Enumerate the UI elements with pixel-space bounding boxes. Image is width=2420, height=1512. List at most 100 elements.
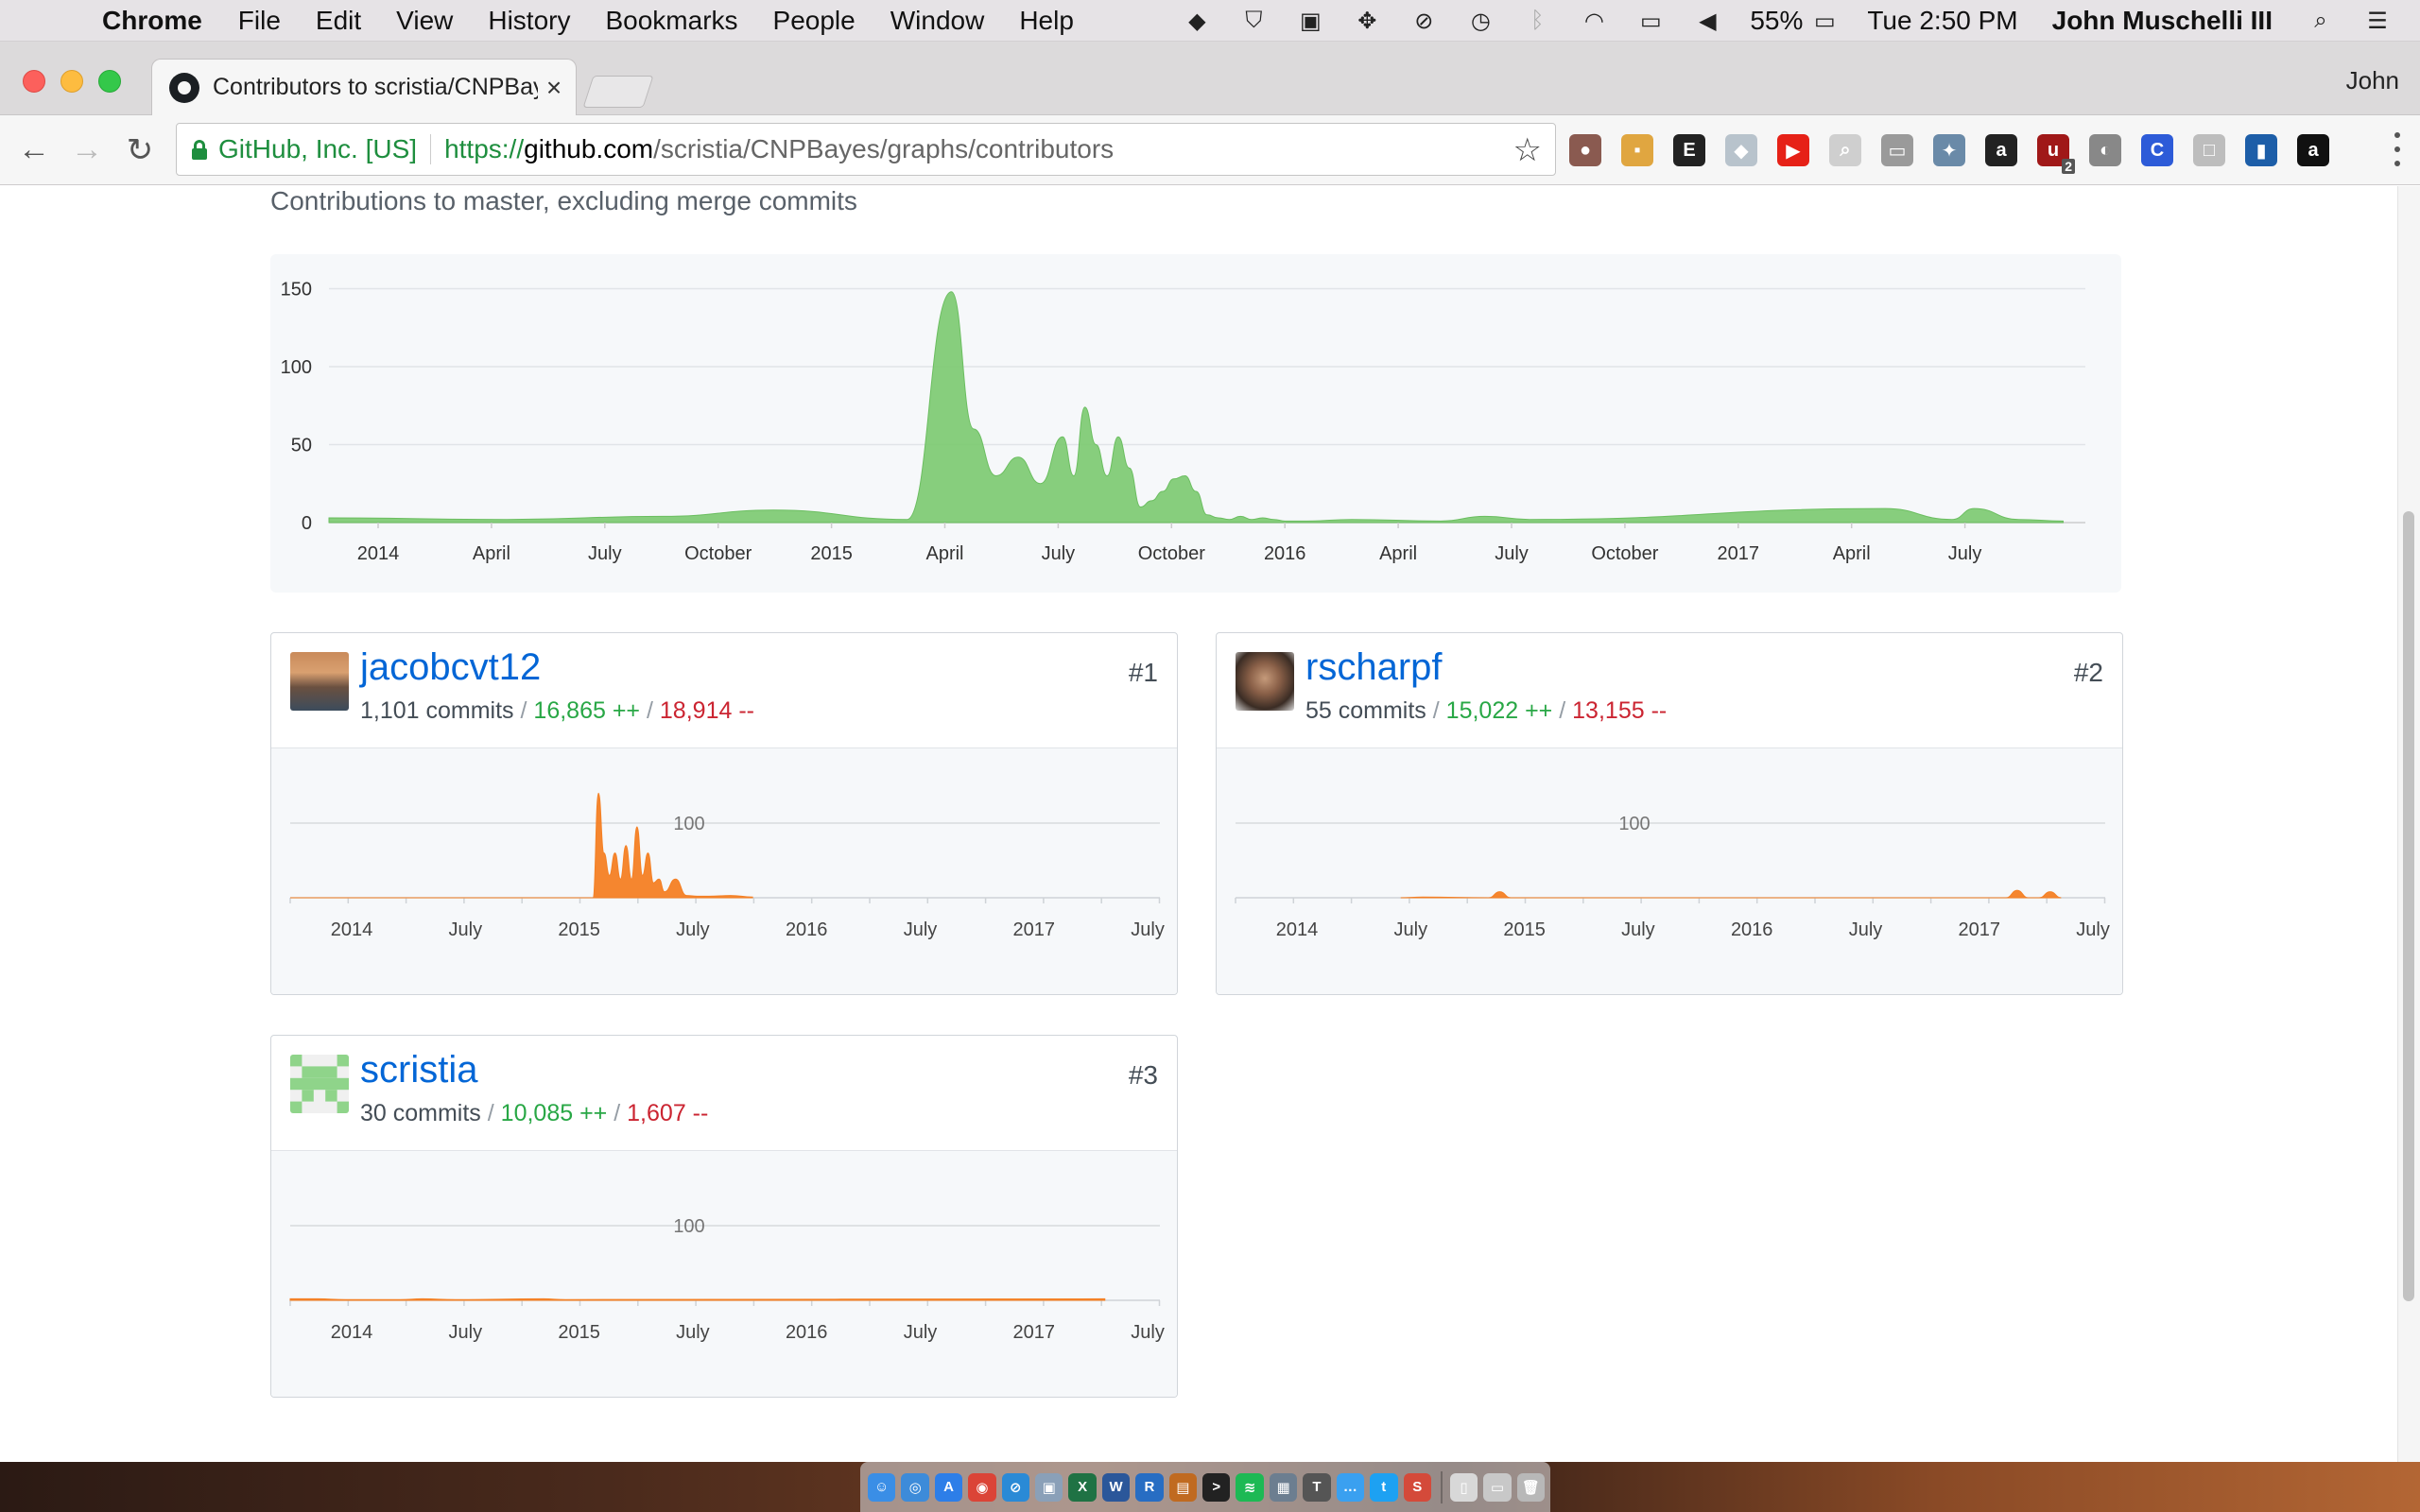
calendar-dock-icon[interactable]: ▦ xyxy=(1269,1472,1298,1502)
rstudio-dock-icon[interactable]: ▤ xyxy=(1168,1472,1198,1502)
stats-separator: / xyxy=(647,697,653,724)
evernote-icon[interactable]: ▣ xyxy=(1296,7,1324,35)
search-extension-icon[interactable]: ⌕ xyxy=(1829,134,1861,166)
commit-count-link[interactable]: 30 commits xyxy=(360,1100,481,1126)
amazon-extension-icon[interactable]: a xyxy=(1985,134,2017,166)
contributions-overview-chart[interactable]: 0 50 100 150 2014 April July October 2015 April Ju… xyxy=(270,254,2121,593)
trash-dock-icon[interactable]: 🗑 xyxy=(1516,1472,1546,1502)
avatar[interactable] xyxy=(290,652,349,711)
avatar[interactable] xyxy=(290,1055,349,1113)
toggle-extension-icon[interactable]: ◐ xyxy=(2089,134,2121,166)
documents-dock-icon[interactable]: ▯ xyxy=(1449,1472,1478,1502)
back-arrow-icon[interactable]: ← xyxy=(15,131,53,169)
satellite-extension-icon[interactable]: ✦ xyxy=(1933,134,1965,166)
shield-icon[interactable]: ⛉ xyxy=(1239,7,1268,35)
avatar[interactable] xyxy=(1236,652,1294,711)
messages-dock-icon[interactable]: … xyxy=(1336,1472,1365,1502)
stats-extension-icon[interactable]: ▮ xyxy=(2245,134,2277,166)
preview-dock-icon[interactable]: ▣ xyxy=(1035,1472,1063,1502)
evernote-extension-icon[interactable]: E xyxy=(1673,134,1705,166)
dropbox-extension-icon[interactable]: ◆ xyxy=(1725,134,1757,166)
r-dock-icon[interactable]: R xyxy=(1135,1472,1164,1502)
contributor-username-link[interactable]: scristia xyxy=(360,1049,477,1091)
forward-arrow-icon[interactable]: → xyxy=(68,131,106,169)
twitter-dock-icon[interactable]: t xyxy=(1370,1472,1398,1502)
overview-x-tick-label: 2016 xyxy=(1264,543,1306,564)
commit-count-link[interactable]: 55 commits xyxy=(1305,697,1426,724)
menubar-user[interactable]: John Muschelli III xyxy=(2052,6,2273,36)
bookmark-star-icon[interactable]: ☆ xyxy=(1513,131,1542,169)
contributor-stats: 1,101 commits / 16,865 ++ / 18,914 -- xyxy=(360,697,754,725)
word-dock-icon[interactable]: W xyxy=(1101,1472,1131,1502)
tab-close-icon[interactable]: × xyxy=(538,73,570,103)
notification-center-icon[interactable]: ☰ xyxy=(2363,7,2392,35)
commit-count-link[interactable]: 1,101 commits xyxy=(360,697,514,724)
reload-icon[interactable]: ↻ xyxy=(121,131,159,169)
move-icon[interactable]: ✥ xyxy=(1353,7,1381,35)
menu-view[interactable]: View xyxy=(396,6,453,36)
terminal-dock-icon[interactable]: > xyxy=(1202,1472,1231,1502)
youtube-extension-icon[interactable]: ▶ xyxy=(1777,134,1809,166)
time-machine-icon[interactable]: ◷ xyxy=(1466,7,1495,35)
spotify-dock-icon[interactable]: ≋ xyxy=(1236,1472,1264,1502)
contributor-username-link[interactable]: rscharpf xyxy=(1305,646,1443,689)
url-scheme[interactable]: https:// xyxy=(444,134,524,164)
menu-people[interactable]: People xyxy=(773,6,856,36)
spotlight-search-icon[interactable]: ⌕ xyxy=(2307,7,2335,35)
active-tab[interactable]: Contributors to scristia/CNPBayes × xyxy=(151,59,577,115)
safari-dock-icon[interactable]: ◎ xyxy=(901,1472,929,1502)
address-bar[interactable]: GitHub, Inc. [US] https://github.com/scr… xyxy=(176,123,1556,176)
cast-extension-icon[interactable]: ▭ xyxy=(1881,134,1913,166)
battery-icon[interactable]: ▭ xyxy=(1810,7,1839,35)
volume-icon[interactable]: ◀ xyxy=(1693,7,1721,35)
menubar-clock[interactable]: Tue 2:50 PM xyxy=(1867,6,2017,36)
contributor-activity-chart[interactable]: 100 2014 July 2015 July 2016 July 2017 July xyxy=(1217,748,2122,994)
menu-bookmarks[interactable]: Bookmarks xyxy=(605,6,737,36)
amazon-assistant-extension-icon[interactable]: a xyxy=(2297,134,2329,166)
lock-icon[interactable] xyxy=(192,140,207,160)
battery-percent[interactable]: 55% xyxy=(1750,6,1803,36)
contributor-username-link[interactable]: jacobcvt12 xyxy=(360,646,541,689)
box-extension-icon[interactable]: □ xyxy=(2193,134,2225,166)
sync-icon[interactable]: ⊘ xyxy=(1409,7,1438,35)
menu-app-name[interactable]: Chrome xyxy=(102,6,202,36)
finder-dock-icon[interactable]: ☺ xyxy=(868,1472,896,1502)
overview-x-tick-label: April xyxy=(1379,543,1417,564)
scrollbar-thumb[interactable] xyxy=(2403,511,2414,1301)
deletions-count: 18,914 -- xyxy=(659,697,754,724)
skim-dock-icon[interactable]: S xyxy=(1403,1472,1431,1502)
wifi-icon[interactable]: ◠ xyxy=(1580,7,1608,35)
ev-certificate-name[interactable]: GitHub, Inc. [US] xyxy=(218,134,417,164)
profile-button[interactable]: John xyxy=(2346,66,2399,95)
excel-dock-icon[interactable]: X xyxy=(1068,1472,1097,1502)
menu-edit[interactable]: Edit xyxy=(316,6,361,36)
airplay-icon[interactable]: ▭ xyxy=(1636,7,1665,35)
contributor-activity-chart[interactable]: 100 2014 July 2015 July 2016 July 2017 July xyxy=(271,748,1177,994)
url-path[interactable]: /scristia/CNPBayes/graphs/contributors xyxy=(653,134,1114,164)
window-close-button[interactable] xyxy=(23,70,45,93)
macos-dock: ☺ ◎ A ◉ ⊘ ▣ X W R ▤ > ≋ ▦ T… t S ▯ ▭ 🗑 xyxy=(860,1462,1550,1512)
chart-x-tick-label: 2015 xyxy=(1503,919,1546,940)
app-store-dock-icon[interactable]: A xyxy=(934,1472,963,1502)
new-tab-button[interactable] xyxy=(582,76,654,108)
url-host[interactable]: github.com xyxy=(524,134,653,164)
page-scrollbar[interactable] xyxy=(2397,186,2420,1462)
menu-history[interactable]: History xyxy=(488,6,570,36)
safari2-dock-icon[interactable]: ⊘ xyxy=(1001,1472,1030,1502)
window-maximize-button[interactable] xyxy=(98,70,121,93)
chrome-dock-icon[interactable]: ◉ xyxy=(968,1472,996,1502)
window-minimize-button[interactable] xyxy=(60,70,83,93)
menu-window[interactable]: Window xyxy=(890,6,985,36)
pomodoro-extension-icon[interactable]: ● xyxy=(1569,134,1601,166)
contributor-activity-chart[interactable]: 100 2014 July 2015 July 2016 July 2017 July xyxy=(271,1151,1177,1397)
downloads-dock-icon[interactable]: ▭ xyxy=(1483,1472,1512,1502)
bluetooth-icon[interactable]: ᛒ xyxy=(1523,7,1551,35)
tex-dock-icon[interactable]: T xyxy=(1303,1472,1331,1502)
notes-extension-icon[interactable]: ▪ xyxy=(1621,134,1653,166)
menu-file[interactable]: File xyxy=(238,6,281,36)
dropbox-icon[interactable]: ◆ xyxy=(1183,7,1211,35)
menu-help[interactable]: Help xyxy=(1019,6,1074,36)
ublock-extension-icon[interactable]: u2 xyxy=(2037,134,2075,174)
chrome-menu-icon[interactable] xyxy=(2386,132,2409,166)
circle-extension-icon[interactable]: C xyxy=(2141,134,2173,166)
